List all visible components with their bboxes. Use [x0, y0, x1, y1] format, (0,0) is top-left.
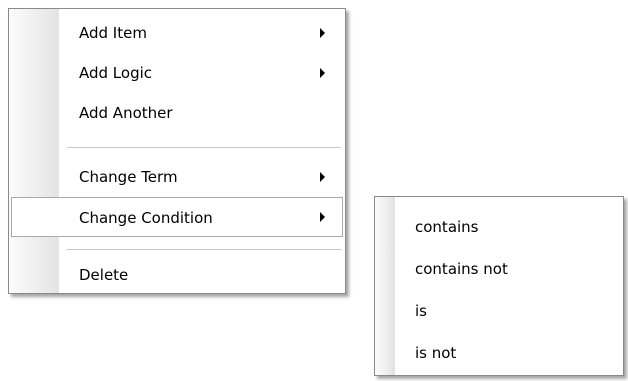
menu-item-label: Add Item — [79, 24, 147, 42]
menu-item-label: Change Condition — [79, 209, 213, 227]
menu-item-delete[interactable]: Delete — [9, 255, 345, 295]
submenu-item-label: is not — [415, 344, 457, 362]
menu-separator — [67, 147, 341, 149]
submenu-item-label: is — [415, 302, 427, 320]
menu-separator — [67, 249, 341, 251]
menu-item-label: Change Term — [79, 168, 178, 186]
screen: Add Item Add Logic Add Another Change Te… — [0, 0, 628, 381]
chevron-right-icon — [320, 68, 325, 78]
menu-item-add-another[interactable]: Add Another — [9, 93, 345, 133]
submenu-item-contains[interactable]: contains — [375, 207, 623, 247]
menu-item-label: Add Logic — [79, 64, 153, 82]
menu-item-add-item[interactable]: Add Item — [9, 13, 345, 53]
submenu-item-contains-not[interactable]: contains not — [375, 249, 623, 289]
chevron-right-icon — [320, 172, 325, 182]
context-menu: Add Item Add Logic Add Another Change Te… — [8, 8, 346, 294]
menu-item-label: Delete — [79, 266, 129, 284]
chevron-right-icon — [320, 28, 325, 38]
submenu-item-label: contains not — [415, 260, 508, 278]
submenu-item-is-not[interactable]: is not — [375, 333, 623, 373]
menu-item-change-term[interactable]: Change Term — [9, 157, 345, 197]
submenu-item-is[interactable]: is — [375, 291, 623, 331]
submenu-item-label: contains — [415, 218, 479, 236]
menu-item-label: Add Another — [79, 104, 173, 122]
menu-item-add-logic[interactable]: Add Logic — [9, 53, 345, 93]
condition-submenu: contains contains not is is not — [374, 196, 624, 376]
menu-item-change-condition[interactable]: Change Condition — [11, 197, 343, 237]
chevron-right-icon — [320, 212, 325, 222]
